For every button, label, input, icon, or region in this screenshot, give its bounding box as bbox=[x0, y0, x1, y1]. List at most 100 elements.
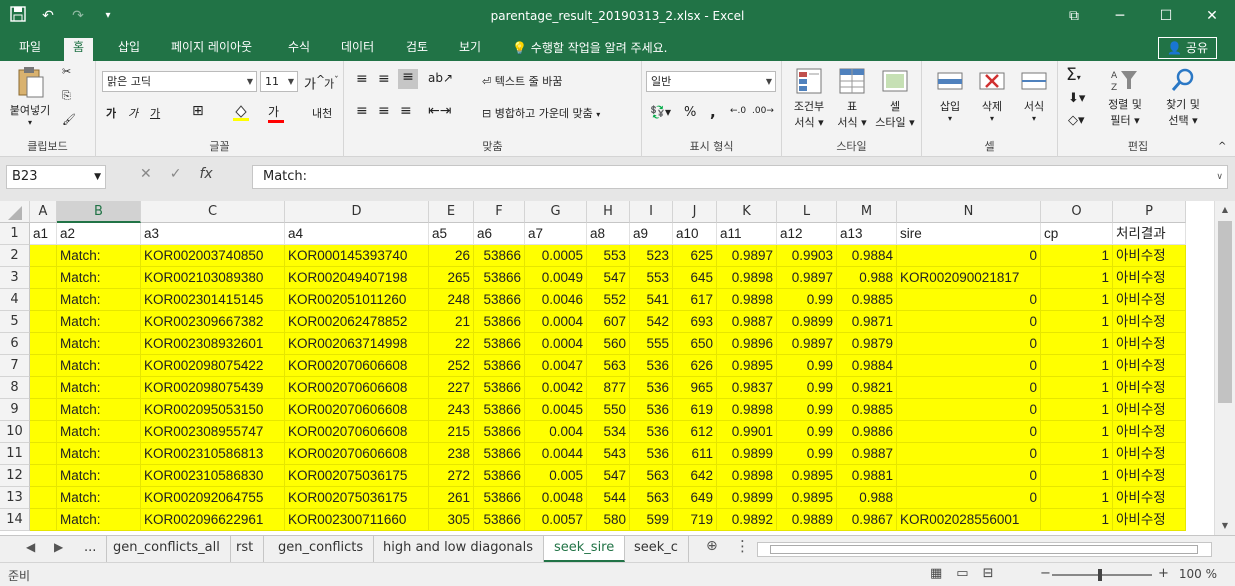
scroll-down-icon[interactable]: ▼ bbox=[1215, 517, 1235, 535]
column-header-f[interactable]: F bbox=[474, 201, 525, 223]
comma-style-button[interactable]: , bbox=[710, 103, 716, 121]
increase-decimal-icon[interactable]: ←.0 bbox=[730, 106, 746, 116]
row-header-1[interactable]: 1 bbox=[0, 223, 30, 245]
table-cell[interactable]: 0.99 bbox=[777, 399, 837, 421]
table-cell[interactable]: 1 bbox=[1041, 465, 1113, 487]
insert-function-icon[interactable]: fx bbox=[199, 166, 212, 182]
table-cell[interactable]: 626 bbox=[673, 355, 717, 377]
table-cell[interactable]: 0.9889 bbox=[777, 509, 837, 531]
table-cell[interactable]: 아비수정 bbox=[1113, 245, 1186, 267]
table-cell[interactable]: KOR002051011260 bbox=[285, 289, 429, 311]
table-cell[interactable]: 619 bbox=[673, 399, 717, 421]
ribbon-display-options-icon[interactable]: ⧉ bbox=[1051, 0, 1097, 34]
table-cell[interactable]: 536 bbox=[630, 399, 673, 421]
table-cell[interactable]: 536 bbox=[630, 377, 673, 399]
table-cell[interactable] bbox=[30, 421, 57, 443]
new-sheet-icon[interactable]: ⊕ bbox=[706, 538, 718, 554]
tab-review[interactable]: 검토 bbox=[406, 38, 428, 61]
table-cell[interactable]: 547 bbox=[587, 465, 630, 487]
table-cell[interactable]: KOR002070606608 bbox=[285, 421, 429, 443]
table-cell[interactable] bbox=[30, 443, 57, 465]
table-cell[interactable]: KOR002308955747 bbox=[141, 421, 285, 443]
table-cell[interactable]: 0.0004 bbox=[525, 311, 587, 333]
tab-view[interactable]: 보기 bbox=[459, 38, 481, 61]
table-cell[interactable]: KOR002310586830 bbox=[141, 465, 285, 487]
table-cell[interactable] bbox=[30, 509, 57, 531]
table-cell[interactable]: 0.9879 bbox=[837, 333, 897, 355]
table-cell[interactable]: Match: bbox=[57, 333, 141, 355]
table-cell[interactable]: 611 bbox=[673, 443, 717, 465]
table-cell[interactable]: 53866 bbox=[474, 465, 525, 487]
column-header-h[interactable]: H bbox=[587, 201, 630, 223]
table-cell[interactable]: 53866 bbox=[474, 355, 525, 377]
sheet-tab[interactable]: gen_conflicts bbox=[268, 536, 375, 562]
table-cell[interactable]: 0 bbox=[897, 289, 1041, 311]
table-cell[interactable]: 26 bbox=[429, 245, 474, 267]
font-color-icon[interactable]: 가 bbox=[268, 103, 284, 123]
table-cell[interactable]: KOR002049407198 bbox=[285, 267, 429, 289]
font-size-dropdown[interactable]: 11 ▼ bbox=[260, 71, 298, 92]
table-cell[interactable]: 536 bbox=[630, 355, 673, 377]
table-cell[interactable]: 1 bbox=[1041, 333, 1113, 355]
table-cell[interactable]: 0.0045 bbox=[525, 399, 587, 421]
name-box[interactable]: B23 ▼ bbox=[6, 165, 106, 189]
table-cell[interactable]: 0.9887 bbox=[837, 443, 897, 465]
align-center-icon[interactable]: ≡ bbox=[378, 103, 390, 119]
table-cell[interactable]: 0.0044 bbox=[525, 443, 587, 465]
table-cell[interactable]: 53866 bbox=[474, 333, 525, 355]
bold-button[interactable]: 가 bbox=[106, 105, 116, 121]
table-cell[interactable]: 0.9885 bbox=[837, 289, 897, 311]
table-cell[interactable]: 아비수정 bbox=[1113, 509, 1186, 531]
percent-style-button[interactable]: % bbox=[684, 105, 696, 120]
zoom-slider[interactable] bbox=[1052, 569, 1152, 581]
table-cell[interactable]: 238 bbox=[429, 443, 474, 465]
table-cell[interactable] bbox=[30, 289, 57, 311]
table-cell[interactable]: 265 bbox=[429, 267, 474, 289]
table-cell[interactable]: 563 bbox=[630, 465, 673, 487]
table-cell[interactable]: 0 bbox=[897, 377, 1041, 399]
table-cell[interactable]: 645 bbox=[673, 267, 717, 289]
table-cell[interactable]: 0.99 bbox=[777, 421, 837, 443]
table-cell[interactable]: 53866 bbox=[474, 289, 525, 311]
row-header-11[interactable]: 11 bbox=[0, 443, 30, 465]
table-cell[interactable]: 0.9887 bbox=[717, 311, 777, 333]
table-cell[interactable]: 0.9867 bbox=[837, 509, 897, 531]
table-cell[interactable]: 612 bbox=[673, 421, 717, 443]
row-header-3[interactable]: 3 bbox=[0, 267, 30, 289]
row-header-4[interactable]: 4 bbox=[0, 289, 30, 311]
table-cell[interactable]: Match: bbox=[57, 311, 141, 333]
table-cell[interactable]: 563 bbox=[587, 355, 630, 377]
table-cell[interactable]: Match: bbox=[57, 377, 141, 399]
table-cell[interactable]: 53866 bbox=[474, 421, 525, 443]
column-header-c[interactable]: C bbox=[141, 201, 285, 223]
table-cell[interactable]: 560 bbox=[587, 333, 630, 355]
table-cell[interactable]: KOR002003740850 bbox=[141, 245, 285, 267]
table-cell[interactable]: 1 bbox=[1041, 267, 1113, 289]
align-bottom-icon[interactable]: ≡ bbox=[398, 69, 418, 89]
sheet-tab[interactable]: gen_conflicts_all bbox=[103, 536, 231, 562]
insert-cells-button[interactable]: 삽입 ▾ bbox=[932, 67, 968, 123]
table-cell[interactable]: Match: bbox=[57, 443, 141, 465]
decrease-decimal-icon[interactable]: .00→ bbox=[752, 106, 774, 116]
indent-icon[interactable]: ⇤⇥ bbox=[428, 103, 451, 119]
table-cell[interactable]: 아비수정 bbox=[1113, 399, 1186, 421]
table-cell[interactable]: 553 bbox=[630, 267, 673, 289]
table-cell[interactable]: KOR002070606608 bbox=[285, 355, 429, 377]
table-cell[interactable]: Match: bbox=[57, 267, 141, 289]
table-cell[interactable]: 0.9895 bbox=[717, 355, 777, 377]
table-cell[interactable]: 0.9837 bbox=[717, 377, 777, 399]
table-cell[interactable]: 0.005 bbox=[525, 465, 587, 487]
table-cell[interactable]: 아비수정 bbox=[1113, 487, 1186, 509]
table-cell[interactable]: 0 bbox=[897, 333, 1041, 355]
table-cell[interactable]: 536 bbox=[630, 443, 673, 465]
table-cell[interactable]: 0.9899 bbox=[777, 311, 837, 333]
sheet-tab[interactable]: seek_sire bbox=[544, 536, 626, 562]
grow-font-button[interactable]: 가^ bbox=[304, 73, 325, 92]
sheet-tab[interactable]: rst bbox=[226, 536, 265, 562]
merge-center-button[interactable]: ⊟ 병합하고 가운데 맞춤 ▾ bbox=[482, 105, 600, 121]
table-cell[interactable] bbox=[30, 333, 57, 355]
header-cell[interactable]: a7 bbox=[525, 223, 587, 245]
table-cell[interactable]: KOR002070606608 bbox=[285, 377, 429, 399]
tab-home[interactable]: 홈 bbox=[64, 38, 94, 61]
table-cell[interactable]: 53866 bbox=[474, 487, 525, 509]
